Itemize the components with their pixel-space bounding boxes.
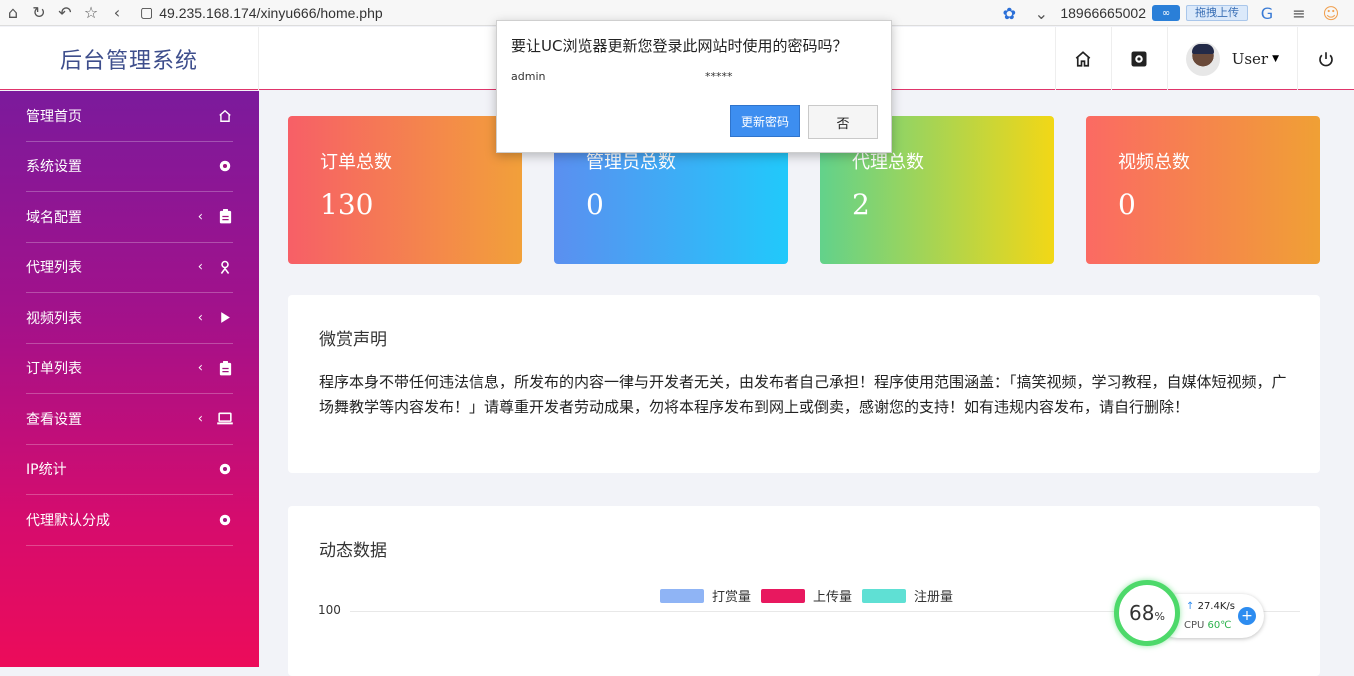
emoji-icon[interactable]: ☺ — [1318, 2, 1344, 24]
sidebar-item[interactable]: 查看设置 ‹ — [26, 394, 233, 445]
paw-icon[interactable]: ✿ — [996, 2, 1022, 24]
sidebar: 管理首页系统设置域名配置 ‹ 代理列表 ‹ 视频列表 ‹ 订单列表 ‹ 查看设置 ‹ IP统计代理默… — [0, 91, 259, 667]
page-icon: ▢ — [140, 4, 154, 20]
user-menu[interactable]: User ▼ — [1166, 27, 1298, 90]
home-icon — [217, 108, 233, 124]
sidebar-item[interactable]: 代理默认分成 — [26, 495, 233, 546]
stat-card-value: 130 — [320, 188, 374, 221]
user-name: User — [1231, 49, 1269, 68]
clipboard-icon — [217, 360, 233, 376]
dialog-password: ***** — [705, 70, 733, 83]
chevron-left-icon: ‹ — [197, 310, 203, 326]
stat-card-title: 视频总数 — [1118, 152, 1190, 173]
cpu-temp: CPU 60℃ — [1184, 620, 1232, 631]
sidebar-item[interactable]: 视频列表 ‹ — [26, 293, 233, 344]
caret-down-icon: ▼ — [1272, 53, 1279, 64]
dialog-username: admin — [511, 70, 546, 83]
plus-icon[interactable]: + — [1238, 607, 1256, 625]
legend-item[interactable]: 上传量 — [761, 586, 852, 605]
avatar — [1185, 41, 1220, 76]
cpu-usage-gauge: 68% — [1114, 580, 1180, 646]
refresh-icon[interactable]: ↻ — [26, 2, 52, 24]
gear-icon — [1131, 51, 1147, 66]
gear-icon — [217, 512, 233, 528]
home-icon — [1075, 50, 1091, 67]
stat-card-value: 0 — [586, 188, 604, 221]
settings-button[interactable] — [1110, 27, 1167, 90]
sidebar-item[interactable]: 代理列表 ‹ — [26, 243, 233, 293]
legend-swatch — [761, 588, 806, 603]
axis-tick-label: 100 — [318, 603, 341, 617]
laptop-icon — [217, 411, 233, 427]
chevron-left-icon: ‹ — [197, 411, 203, 427]
undo-icon[interactable]: ↶ — [52, 2, 78, 24]
address-text[interactable]: 49.235.168.174/xinyu666/home.php — [159, 5, 382, 21]
power-icon — [1319, 51, 1333, 66]
menu-icon[interactable]: ≡ — [1286, 2, 1312, 24]
stat-card-value: 0 — [1118, 188, 1136, 221]
legend-label: 打赏量 — [712, 590, 752, 605]
gear-icon — [217, 158, 233, 174]
network-speed: ↑ 27.4K/s — [1186, 601, 1235, 612]
notice-panel: 微赏声明 程序本身不带任何违法信息，所发布的内容一律与开发者无关，由发布者自己承… — [288, 295, 1320, 473]
cpu-usage-unit: % — [1154, 609, 1165, 623]
sidebar-item[interactable]: 系统设置 — [26, 142, 233, 192]
dynamic-data-title: 动态数据 — [319, 541, 387, 561]
notice-text: 程序本身不带任何违法信息，所发布的内容一律与开发者无关，由发布者自己承担！程序使… — [319, 373, 1287, 416]
sidebar-item-label: 代理默认分成 — [26, 512, 110, 529]
stat-card-value: 2 — [852, 188, 870, 221]
sidebar-item-label: 管理首页 — [26, 108, 82, 125]
password-update-dialog: 要让UC浏览器更新您登录此网站时使用的密码吗？ admin ***** 更新密码… — [496, 20, 892, 153]
notice-title: 微赏声明 — [319, 330, 387, 350]
gear-icon — [217, 461, 233, 477]
sidebar-item[interactable]: IP统计 — [26, 445, 233, 495]
legend-swatch — [862, 588, 907, 603]
clipboard-icon — [217, 209, 233, 225]
chevron-left-icon: ‹ — [197, 259, 203, 275]
sidebar-item[interactable]: 订单列表 ‹ — [26, 344, 233, 394]
back-icon[interactable]: ‹ — [104, 2, 130, 24]
legend-item[interactable]: 注册量 — [862, 586, 953, 605]
brand-title[interactable]: 后台管理系统 — [0, 27, 259, 90]
play-icon — [217, 310, 233, 326]
cpu-monitor-widget[interactable]: 68% ↑ 27.4K/s CPU 60℃ + — [1114, 580, 1266, 652]
legend-swatch — [660, 588, 704, 603]
stat-card: 视频总数 0 — [1086, 116, 1320, 264]
dialog-title: 要让UC浏览器更新您登录此网站时使用的密码吗？ — [511, 37, 848, 55]
cpu-usage-value: 68 — [1129, 601, 1155, 625]
sidebar-item[interactable]: 管理首页 — [26, 91, 233, 142]
translate-icon[interactable]: G — [1254, 2, 1280, 24]
chevron-left-icon: ‹ — [197, 209, 203, 225]
home-icon[interactable]: ⌂ — [0, 2, 26, 24]
arrow-up-icon: ↑ — [1186, 601, 1195, 612]
chart-legend: 打赏量 上传量 注册量 — [660, 586, 953, 605]
sidebar-item[interactable]: 域名配置 ‹ — [26, 192, 233, 243]
decline-button[interactable]: 否 — [808, 105, 878, 139]
star-icon[interactable]: ☆ — [78, 2, 104, 24]
extension-icon[interactable]: ∞ — [1152, 5, 1180, 21]
phone-number: 18966665002 — [1060, 5, 1146, 21]
user-icon — [217, 259, 233, 275]
stat-card-title: 订单总数 — [320, 152, 392, 173]
sidebar-item-label: IP统计 — [26, 462, 67, 479]
chevron-down-icon[interactable]: ⌄ — [1028, 2, 1054, 24]
drag-upload-button[interactable]: 拖拽上传 — [1186, 5, 1248, 21]
sidebar-item-label: 系统设置 — [26, 159, 82, 176]
address-bar[interactable]: ▢ 49.235.168.174/xinyu666/home.php — [140, 4, 383, 21]
logout-button[interactable] — [1298, 27, 1354, 90]
chevron-left-icon: ‹ — [197, 360, 203, 376]
legend-label: 注册量 — [914, 590, 954, 605]
stat-card: 订单总数 130 — [288, 116, 522, 264]
update-password-button[interactable]: 更新密码 — [730, 105, 800, 137]
home-button[interactable] — [1054, 27, 1111, 90]
legend-label: 上传量 — [813, 590, 853, 605]
legend-item[interactable]: 打赏量 — [660, 586, 751, 605]
